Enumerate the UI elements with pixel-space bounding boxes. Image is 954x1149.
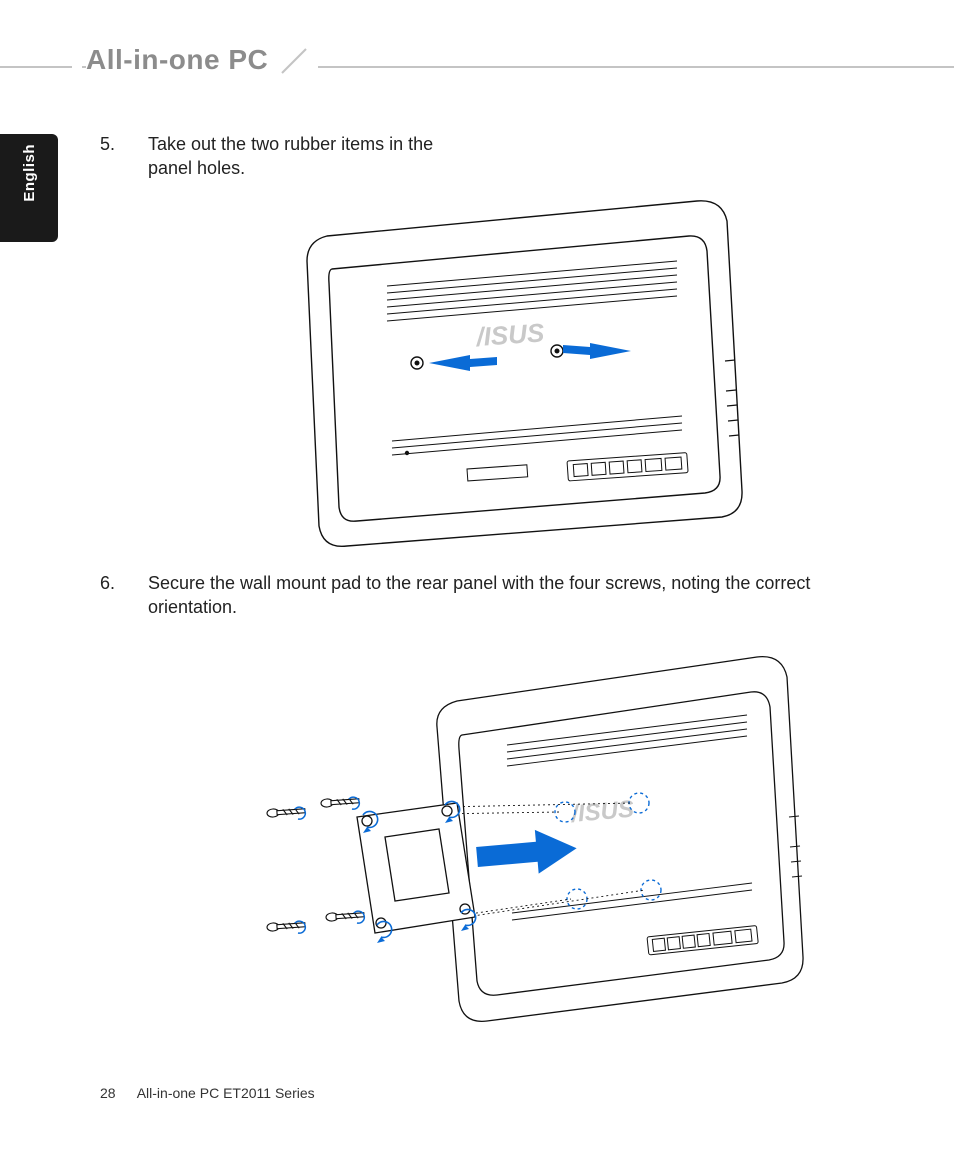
manual-page: All-in-one PC English 5. Take out the tw… <box>0 0 954 1149</box>
illustration-step-6: /ISUS <box>100 637 894 1037</box>
wall-mount-diagram: /ISUS <box>177 637 817 1037</box>
asus-logo-icon: /ISUS <box>474 317 545 352</box>
illustration-step-5: /ISUS <box>100 191 894 551</box>
header-diagonal-icon <box>280 45 308 75</box>
asus-logo-icon: /ISUS <box>569 796 635 828</box>
doc-title: All-in-one PC ET2011 Series <box>137 1085 315 1101</box>
step-5: 5. Take out the two rubber items in the … <box>100 132 894 181</box>
step-number: 5. <box>100 132 148 181</box>
svg-text:/ISUS: /ISUS <box>474 317 545 352</box>
language-tab: English <box>0 134 58 242</box>
content-area: 5. Take out the two rubber items in the … <box>100 132 894 1037</box>
step-number: 6. <box>100 571 148 620</box>
language-label: English <box>21 144 38 202</box>
step-text: Secure the wall mount pad to the rear pa… <box>148 571 888 620</box>
pc-rear-rubber-plugs-diagram: /ISUS <box>237 191 757 551</box>
header-rule-gap <box>72 44 82 76</box>
header: All-in-one PC <box>86 44 318 76</box>
svg-text:/ISUS: /ISUS <box>569 796 635 828</box>
page-heading: All-in-one PC <box>86 44 268 76</box>
screw-icon <box>267 797 364 932</box>
step-6: 6. Secure the wall mount pad to the rear… <box>100 571 894 620</box>
page-footer: 28 All-in-one PC ET2011 Series <box>100 1085 315 1101</box>
page-number: 28 <box>100 1085 116 1101</box>
step-text: Take out the two rubber items in the pan… <box>148 132 468 181</box>
